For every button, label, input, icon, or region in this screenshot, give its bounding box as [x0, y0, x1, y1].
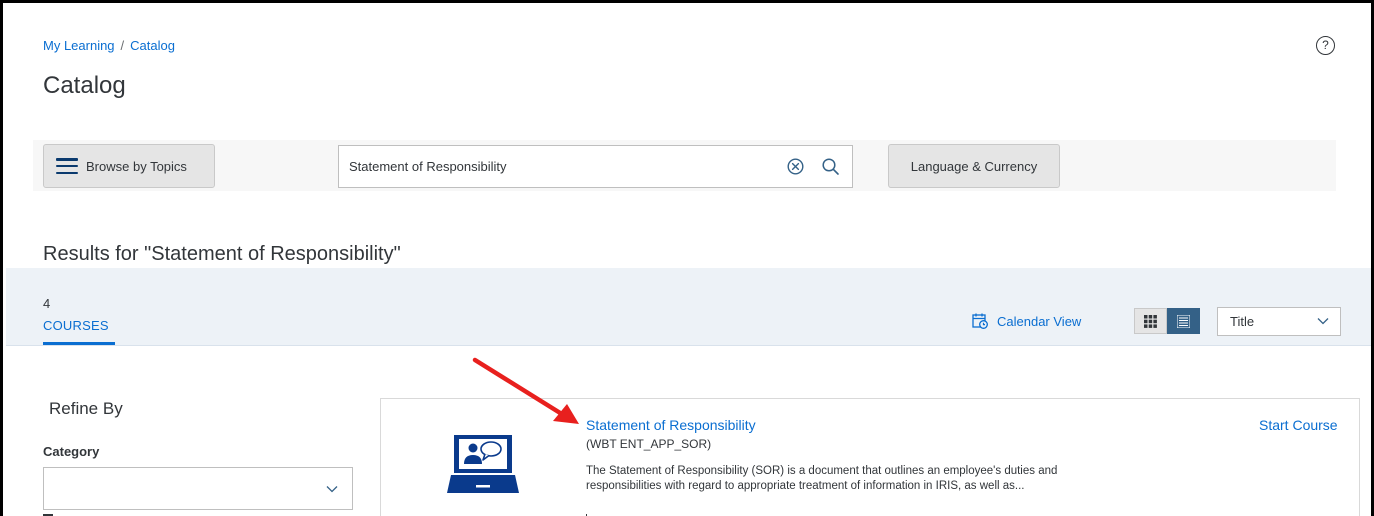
laptop-presenter-icon — [447, 435, 519, 493]
list-view-button[interactable] — [1167, 308, 1200, 334]
clear-circle-icon[interactable] — [787, 158, 804, 175]
results-heading: Results for "Statement of Responsibility… — [43, 243, 401, 265]
calendar-view-label: Calendar View — [997, 313, 1082, 329]
grid-view-button[interactable] — [1134, 308, 1167, 334]
breadcrumb-catalog[interactable]: Catalog — [130, 38, 175, 53]
view-toggle — [1134, 308, 1200, 334]
catalog-page: My Learning / Catalog Catalog ? Browse by … — [0, 0, 1374, 516]
magnifier-icon[interactable] — [821, 157, 840, 176]
sort-select[interactable]: Title — [1217, 307, 1341, 336]
tab-courses[interactable]: COURSES — [43, 318, 109, 333]
start-course-link[interactable]: Start Course — [1259, 417, 1338, 433]
help-circle-icon[interactable]: ? — [1316, 36, 1335, 55]
browse-by-topics-label: Browse by Topics — [86, 158, 187, 174]
results-tab-bar — [6, 268, 1371, 346]
calendar-view-link[interactable]: Calendar View — [971, 312, 1081, 330]
page-title: Catalog — [43, 72, 126, 99]
courses-tab-count[interactable]: 4 — [43, 296, 50, 311]
category-select[interactable] — [43, 467, 353, 510]
breadcrumb-my-learning[interactable]: My Learning — [43, 38, 115, 53]
language-currency-label: Language & Currency — [910, 158, 1038, 174]
chevron-down-icon — [1317, 318, 1329, 325]
tab-selected-indicator — [43, 342, 115, 345]
course-id: (WBT ENT_APP_SOR) — [586, 437, 712, 451]
hamburger-menu-icon — [56, 158, 78, 174]
breadcrumb-separator: / — [120, 38, 125, 53]
catalog-toolbar: Browse by Topics Language & Currency — [33, 140, 1336, 191]
calendar-icon — [972, 313, 988, 329]
refine-by-heading: Refine By — [49, 399, 123, 418]
course-title-link[interactable]: Statement of Responsibility — [586, 417, 756, 433]
browse-by-topics-button[interactable]: Browse by Topics — [43, 144, 215, 188]
sort-select-value: Title — [1230, 314, 1255, 329]
red-arrow-icon — [472, 357, 579, 424]
list-view-icon — [1177, 314, 1190, 328]
category-label: Category — [43, 444, 100, 459]
language-currency-button[interactable]: Language & Currency — [888, 144, 1060, 188]
grid-view-icon — [1144, 314, 1157, 328]
breadcrumb: My Learning / Catalog — [43, 38, 175, 53]
search-input[interactable] — [349, 146, 769, 187]
chevron-down-icon — [326, 486, 338, 493]
search-field — [338, 145, 853, 188]
course-description: The Statement of Responsibility (SOR) is… — [586, 465, 1058, 492]
